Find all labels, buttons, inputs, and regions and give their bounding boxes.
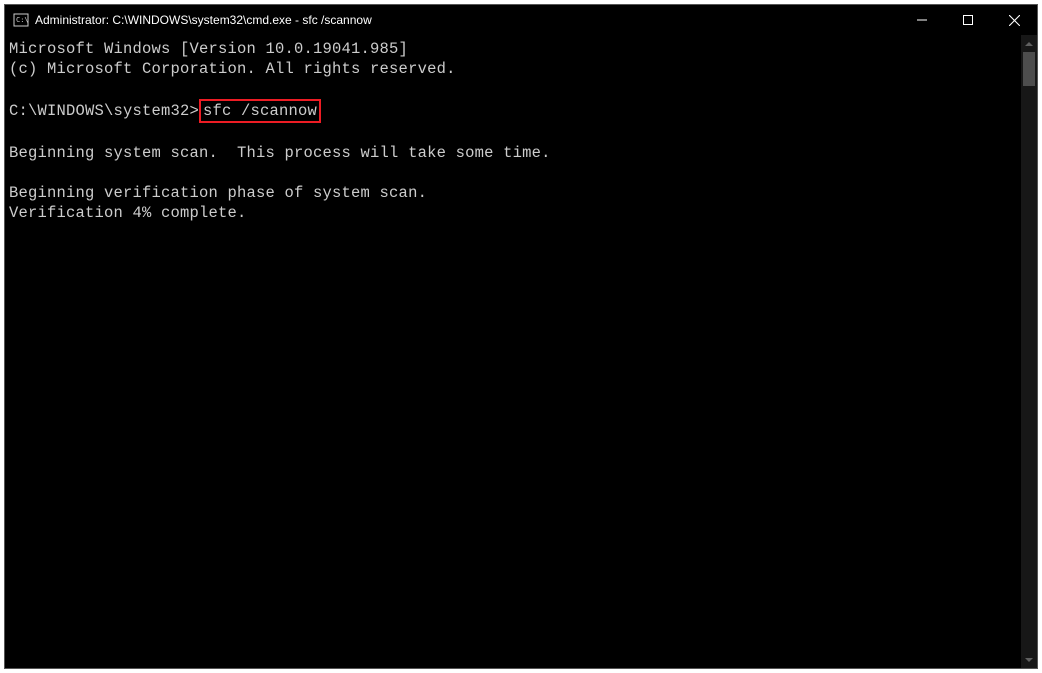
terminal-output[interactable]: Microsoft Windows [Version 10.0.19041.98…	[5, 35, 1021, 668]
copyright-line: (c) Microsoft Corporation. All rights re…	[9, 60, 456, 78]
cmd-icon: C:\	[13, 12, 29, 28]
scroll-up-arrow-icon[interactable]	[1021, 35, 1037, 52]
cmd-window: C:\ Administrator: C:\WINDOWS\system32\c…	[4, 4, 1038, 669]
verify-progress-line: Verification 4% complete.	[9, 204, 247, 222]
scroll-down-arrow-icon[interactable]	[1021, 651, 1037, 668]
content-area: Microsoft Windows [Version 10.0.19041.98…	[5, 35, 1037, 668]
highlighted-command: sfc /scannow	[199, 99, 321, 123]
window-controls	[899, 5, 1037, 35]
scroll-thumb[interactable]	[1023, 52, 1035, 86]
titlebar[interactable]: C:\ Administrator: C:\WINDOWS\system32\c…	[5, 5, 1037, 35]
close-button[interactable]	[991, 5, 1037, 35]
vertical-scrollbar[interactable]	[1021, 35, 1037, 668]
maximize-button[interactable]	[945, 5, 991, 35]
version-line: Microsoft Windows [Version 10.0.19041.98…	[9, 40, 408, 58]
window-title: Administrator: C:\WINDOWS\system32\cmd.e…	[35, 13, 899, 27]
minimize-button[interactable]	[899, 5, 945, 35]
scroll-track[interactable]	[1021, 52, 1037, 651]
prompt: C:\WINDOWS\system32>	[9, 102, 199, 120]
verify-phase-line: Beginning verification phase of system s…	[9, 184, 427, 202]
svg-text:C:\: C:\	[16, 16, 29, 24]
scan-begin-line: Beginning system scan. This process will…	[9, 144, 551, 162]
